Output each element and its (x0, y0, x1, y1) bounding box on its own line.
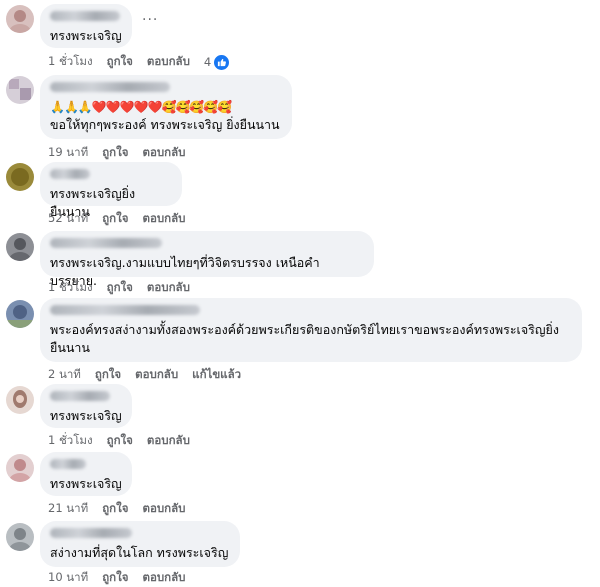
reply-button[interactable]: ตอบกลับ (135, 366, 178, 384)
commenter-name-blurred[interactable] (50, 82, 170, 92)
reply-button[interactable]: ตอบกลับ (147, 432, 190, 450)
avatar[interactable] (6, 233, 34, 261)
comment-actions: 1 ชั่วโมง ถูกใจ ตอบกลับ (48, 432, 190, 450)
user-avatar-icon (6, 233, 34, 261)
reply-button[interactable]: ตอบกลับ (142, 569, 185, 587)
commenter-name-blurred[interactable] (50, 459, 86, 469)
like-button[interactable]: ถูกใจ (102, 210, 128, 228)
comment-bubble: ทรงพระเจริญ.งามแบบไทยๆที่วิจิตรบรรจง เหน… (40, 231, 374, 288)
like-button[interactable]: ถูกใจ (107, 432, 133, 450)
comment-bubble: พระองค์ทรงสง่างามทั้งสองพระองค์ด้วยพระเก… (40, 298, 582, 362)
comment-bubble: ทรงพระเจริญ (40, 452, 132, 496)
comment-time[interactable]: 19 นาที (48, 144, 88, 162)
commenter-name-blurred[interactable] (50, 169, 90, 179)
avatar[interactable] (6, 76, 34, 104)
comment-time[interactable]: 1 ชั่วโมง (48, 279, 93, 297)
comment-actions: 52 นาที ถูกใจ ตอบกลับ (48, 210, 185, 228)
comment-text: ทรงพระเจริญ (50, 408, 122, 423)
reaction-count[interactable]: 4 (203, 54, 230, 70)
comment-bubble: ทรงพระเจริญ (40, 4, 132, 48)
avatar[interactable] (6, 5, 34, 33)
comment-bubble: ทรงพระเจริญ (40, 384, 132, 428)
reply-button[interactable]: ตอบกลับ (142, 144, 185, 162)
user-avatar-icon (6, 163, 34, 191)
like-button[interactable]: ถูกใจ (102, 144, 128, 162)
avatar[interactable] (6, 454, 34, 482)
comment-text: พระองค์ทรงสง่างามทั้งสองพระองค์ด้วยพระเก… (50, 322, 559, 355)
comment-actions: 1 ชั่วโมง ถูกใจ ตอบกลับ (48, 279, 190, 297)
comment-actions: 2 นาที ถูกใจ ตอบกลับ แก้ไขแล้ว (48, 366, 241, 384)
reply-button[interactable]: ตอบกลับ (147, 53, 190, 71)
reaction-count-value: 4 (203, 55, 212, 69)
comment-text: ทรงพระเจริญ (50, 28, 122, 43)
comment-time[interactable]: 21 นาที (48, 500, 88, 518)
commenter-name-blurred[interactable] (50, 391, 110, 401)
user-avatar-icon (6, 386, 34, 414)
comment-text: ขอให้ทุกๆพระองค์ ทรงพระเจริญ ยิ่งยืนนาน (50, 117, 280, 132)
comment-time[interactable]: 52 นาที (48, 210, 88, 228)
reply-button[interactable]: ตอบกลับ (142, 210, 185, 228)
comment-actions: 1 ชั่วโมง ถูกใจ ตอบกลับ 4 (48, 53, 230, 71)
comment-bubble: สง่างามที่สุดในโลก ทรงพระเจริญ (40, 521, 240, 567)
comment-emojis: 🙏🙏🙏❤️❤️❤️❤️❤️🥰🥰🥰🥰🥰 (50, 100, 232, 114)
comment-text: สง่างามที่สุดในโลก ทรงพระเจริญ (50, 545, 229, 560)
like-button[interactable]: ถูกใจ (95, 366, 121, 384)
avatar[interactable] (6, 300, 34, 328)
comment-actions: 19 นาที ถูกใจ ตอบกลับ (48, 144, 185, 162)
user-avatar-icon (6, 454, 34, 482)
thumbs-up-icon (214, 54, 230, 70)
comment-bubble: 🙏🙏🙏❤️❤️❤️❤️❤️🥰🥰🥰🥰🥰 ขอให้ทุกๆพระองค์ ทรงพ… (40, 75, 292, 139)
edited-label[interactable]: แก้ไขแล้ว (192, 366, 241, 384)
like-button[interactable]: ถูกใจ (107, 53, 133, 71)
comment-bubble: ทรงพระเจริญยิ่งยืนนาน (40, 162, 182, 219)
reply-button[interactable]: ตอบกลับ (147, 279, 190, 297)
commenter-name-blurred[interactable] (50, 305, 200, 315)
like-button[interactable]: ถูกใจ (107, 279, 133, 297)
commenter-name-blurred[interactable] (50, 238, 162, 248)
comment-time[interactable]: 2 นาที (48, 366, 81, 384)
user-avatar-icon (6, 5, 34, 33)
comment-actions: 21 นาที ถูกใจ ตอบกลับ (48, 500, 185, 518)
more-options-icon[interactable]: ··· (142, 12, 158, 28)
comment-time[interactable]: 1 ชั่วโมง (48, 432, 93, 450)
like-button[interactable]: ถูกใจ (102, 500, 128, 518)
commenter-name-blurred[interactable] (50, 11, 120, 21)
user-avatar-icon (6, 300, 34, 328)
user-avatar-icon (6, 523, 34, 551)
avatar[interactable] (6, 386, 34, 414)
commenter-name-blurred[interactable] (50, 528, 132, 538)
avatar[interactable] (6, 523, 34, 551)
comment-time[interactable]: 10 นาที (48, 569, 88, 587)
comment-time[interactable]: 1 ชั่วโมง (48, 53, 93, 71)
comment-text: ทรงพระเจริญ (50, 476, 122, 491)
avatar[interactable] (6, 163, 34, 191)
like-button[interactable]: ถูกใจ (102, 569, 128, 587)
comment-actions: 10 นาที ถูกใจ ตอบกลับ (48, 569, 185, 587)
reply-button[interactable]: ตอบกลับ (142, 500, 185, 518)
user-avatar-icon (6, 76, 34, 104)
